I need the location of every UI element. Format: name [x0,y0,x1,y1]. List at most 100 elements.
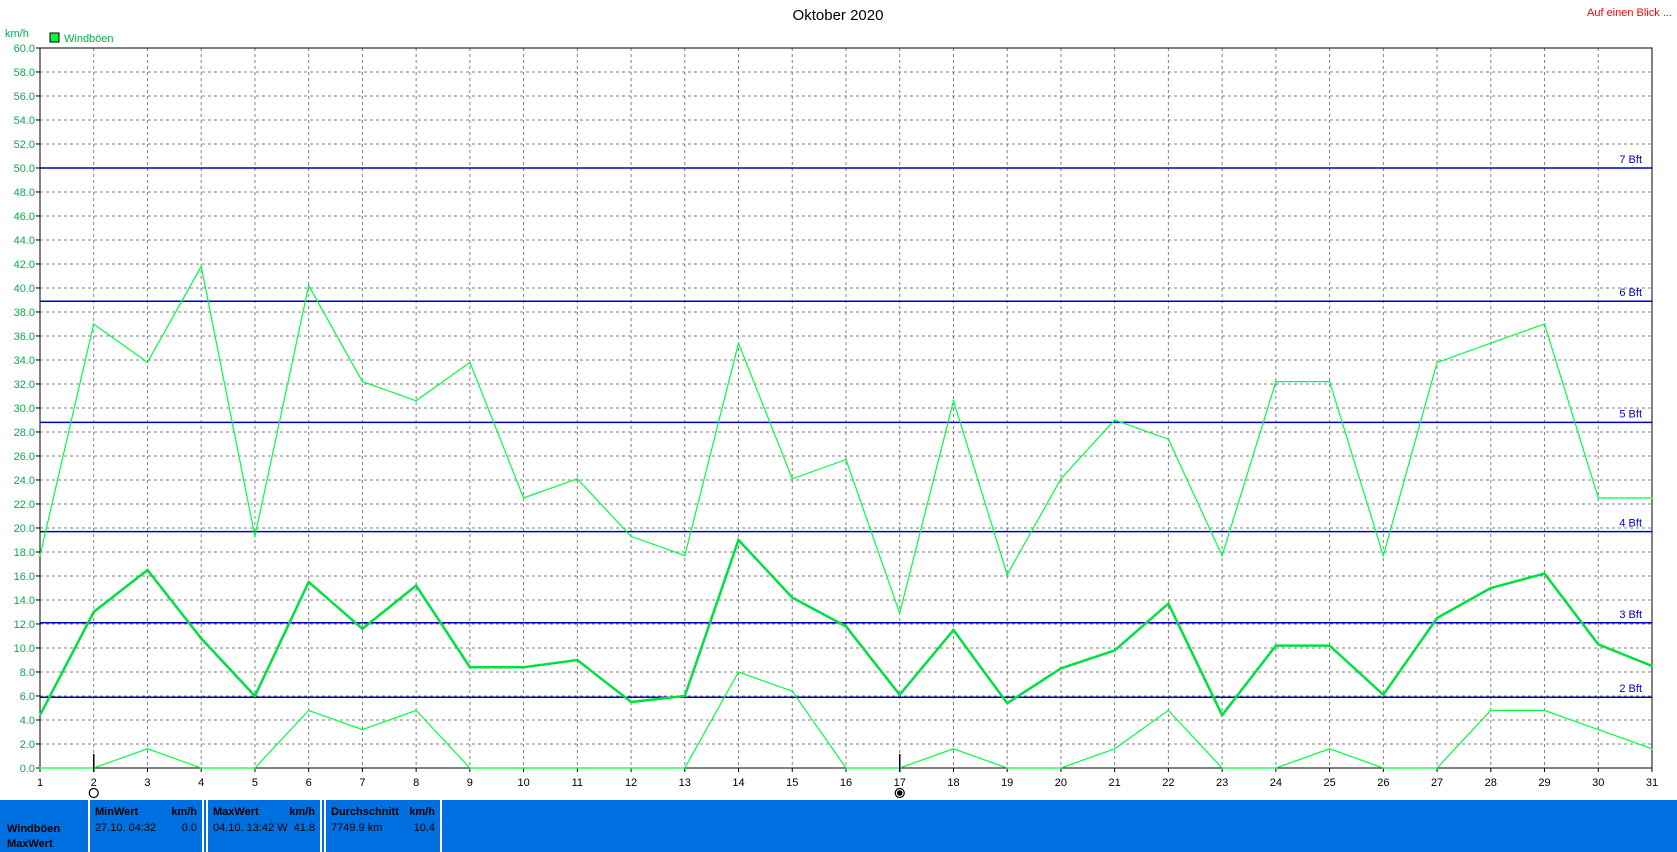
data-point-avg [39,714,41,716]
data-point-avg [1275,644,1277,647]
x-tick-label: 10 [517,777,529,789]
x-tick-label: 26 [1377,777,1389,789]
data-point-avg [1006,702,1008,704]
data-point-max [307,284,310,287]
y-tick-label: 42.0 [14,259,35,271]
data-point-avg [1167,602,1170,605]
data-point-avg [684,695,686,697]
data-point-avg [898,694,901,696]
x-tick-label: 9 [467,777,473,789]
stats-head: MaxWert [213,806,259,818]
data-point-avg [1543,572,1546,575]
data-point-max [684,554,686,557]
data-point-max [845,458,847,461]
data-point-max [92,323,95,325]
data-point-max [361,380,364,383]
x-tick-label: 14 [732,777,744,789]
y-tick-label: 50.0 [14,163,35,175]
data-point-max [39,554,41,557]
data-point-max [1436,361,1438,364]
x-tick-label: 2 [91,777,97,789]
stats-bar: Windböen MaxWert MinWert km/h 27.10. 04:3… [0,800,1677,852]
data-point-avg [952,629,955,631]
data-point-min [1597,728,1600,731]
stats-value-right: 41.8 [293,822,315,834]
stats-box-min: MinWert km/h 27.10. 04:32 0.0 [88,800,204,852]
x-tick-label: 3 [144,777,150,789]
data-point-max [952,400,955,402]
data-point-max [1060,478,1062,480]
data-point-max [1167,438,1170,441]
data-point-min [1006,767,1008,769]
stats-unit: km/h [409,806,435,818]
data-point-avg [415,584,417,587]
data-point-max [1275,380,1277,383]
x-tick-label: 17 [894,777,906,789]
data-point-min [146,748,149,750]
stats-box-max: MaxWert km/h 04.10. 13:42 W 41.8 [206,800,322,852]
y-tick-label: 14.0 [14,595,35,607]
data-point-max [146,361,149,364]
data-point-min [307,709,310,712]
x-tick-label: 30 [1592,777,1604,789]
data-point-avg [469,666,471,668]
y-tick-label: 20.0 [14,523,35,535]
x-tick-label: 13 [679,777,691,789]
y-tick-label: 0.0 [20,763,35,775]
x-tick-label: 7 [359,777,365,789]
data-point-min [845,767,847,769]
y-tick-label: 12.0 [14,619,35,631]
data-point-min [415,709,417,712]
data-point-avg [1436,617,1438,619]
data-point-min [1382,767,1385,769]
data-point-min [576,767,579,769]
stats-value-left: 27.10. 04:32 [95,822,157,834]
data-point-min [1490,709,1492,712]
stats-value-right: 0.0 [181,822,197,834]
data-point-avg [1651,665,1653,667]
stats-unit: km/h [171,806,197,818]
data-point-avg [1060,667,1062,670]
x-tick-label: 31 [1646,777,1658,789]
data-point-avg [576,659,579,661]
legend-label: Windböen [64,33,114,45]
y-tick-label: 56.0 [14,91,35,103]
data-point-avg [92,611,95,613]
x-tick-label: 6 [306,777,312,789]
data-point-avg [791,596,794,599]
data-point-min [1436,767,1438,769]
data-point-min [737,671,740,673]
data-point-max [1221,554,1223,557]
data-point-avg [737,539,740,541]
beaufort-label: 4 Bft [1619,518,1642,530]
data-point-max [1543,323,1546,325]
x-tick-label: 11 [572,777,583,789]
data-point-avg [845,625,847,628]
y-tick-label: 22.0 [14,499,35,511]
y-tick-label: 8.0 [20,667,35,679]
x-tick-label: 15 [786,777,798,789]
data-point-min [39,767,41,769]
data-point-min [1221,767,1223,769]
data-point-avg [1490,587,1492,589]
stats-box-avg: Durchschnitt km/h 7749.9 km 10.4 [324,800,442,852]
x-tick-label: 1 [37,777,43,789]
data-point-avg [522,666,525,668]
data-point-min [1113,748,1116,750]
x-tick-label: 25 [1323,777,1335,789]
full-moon-icon-core [896,790,903,796]
y-tick-label: 40.0 [14,283,35,295]
data-point-min [200,767,202,769]
data-point-avg [1113,649,1116,652]
stats-head: Durchschnitt [331,806,399,818]
y-tick-label: 10.0 [14,643,35,655]
y-tick-label: 36.0 [14,331,35,343]
grid [40,48,1652,768]
data-point-min [791,690,794,692]
data-point-max [469,361,471,364]
data-point-min [1543,709,1546,712]
stats-value-right: 10.4 [413,822,435,834]
beaufort-label: 7 Bft [1619,154,1642,166]
stats-row-label: Windböen [7,823,61,835]
overview-link[interactable]: Auf einen Blick ... [1587,7,1672,19]
